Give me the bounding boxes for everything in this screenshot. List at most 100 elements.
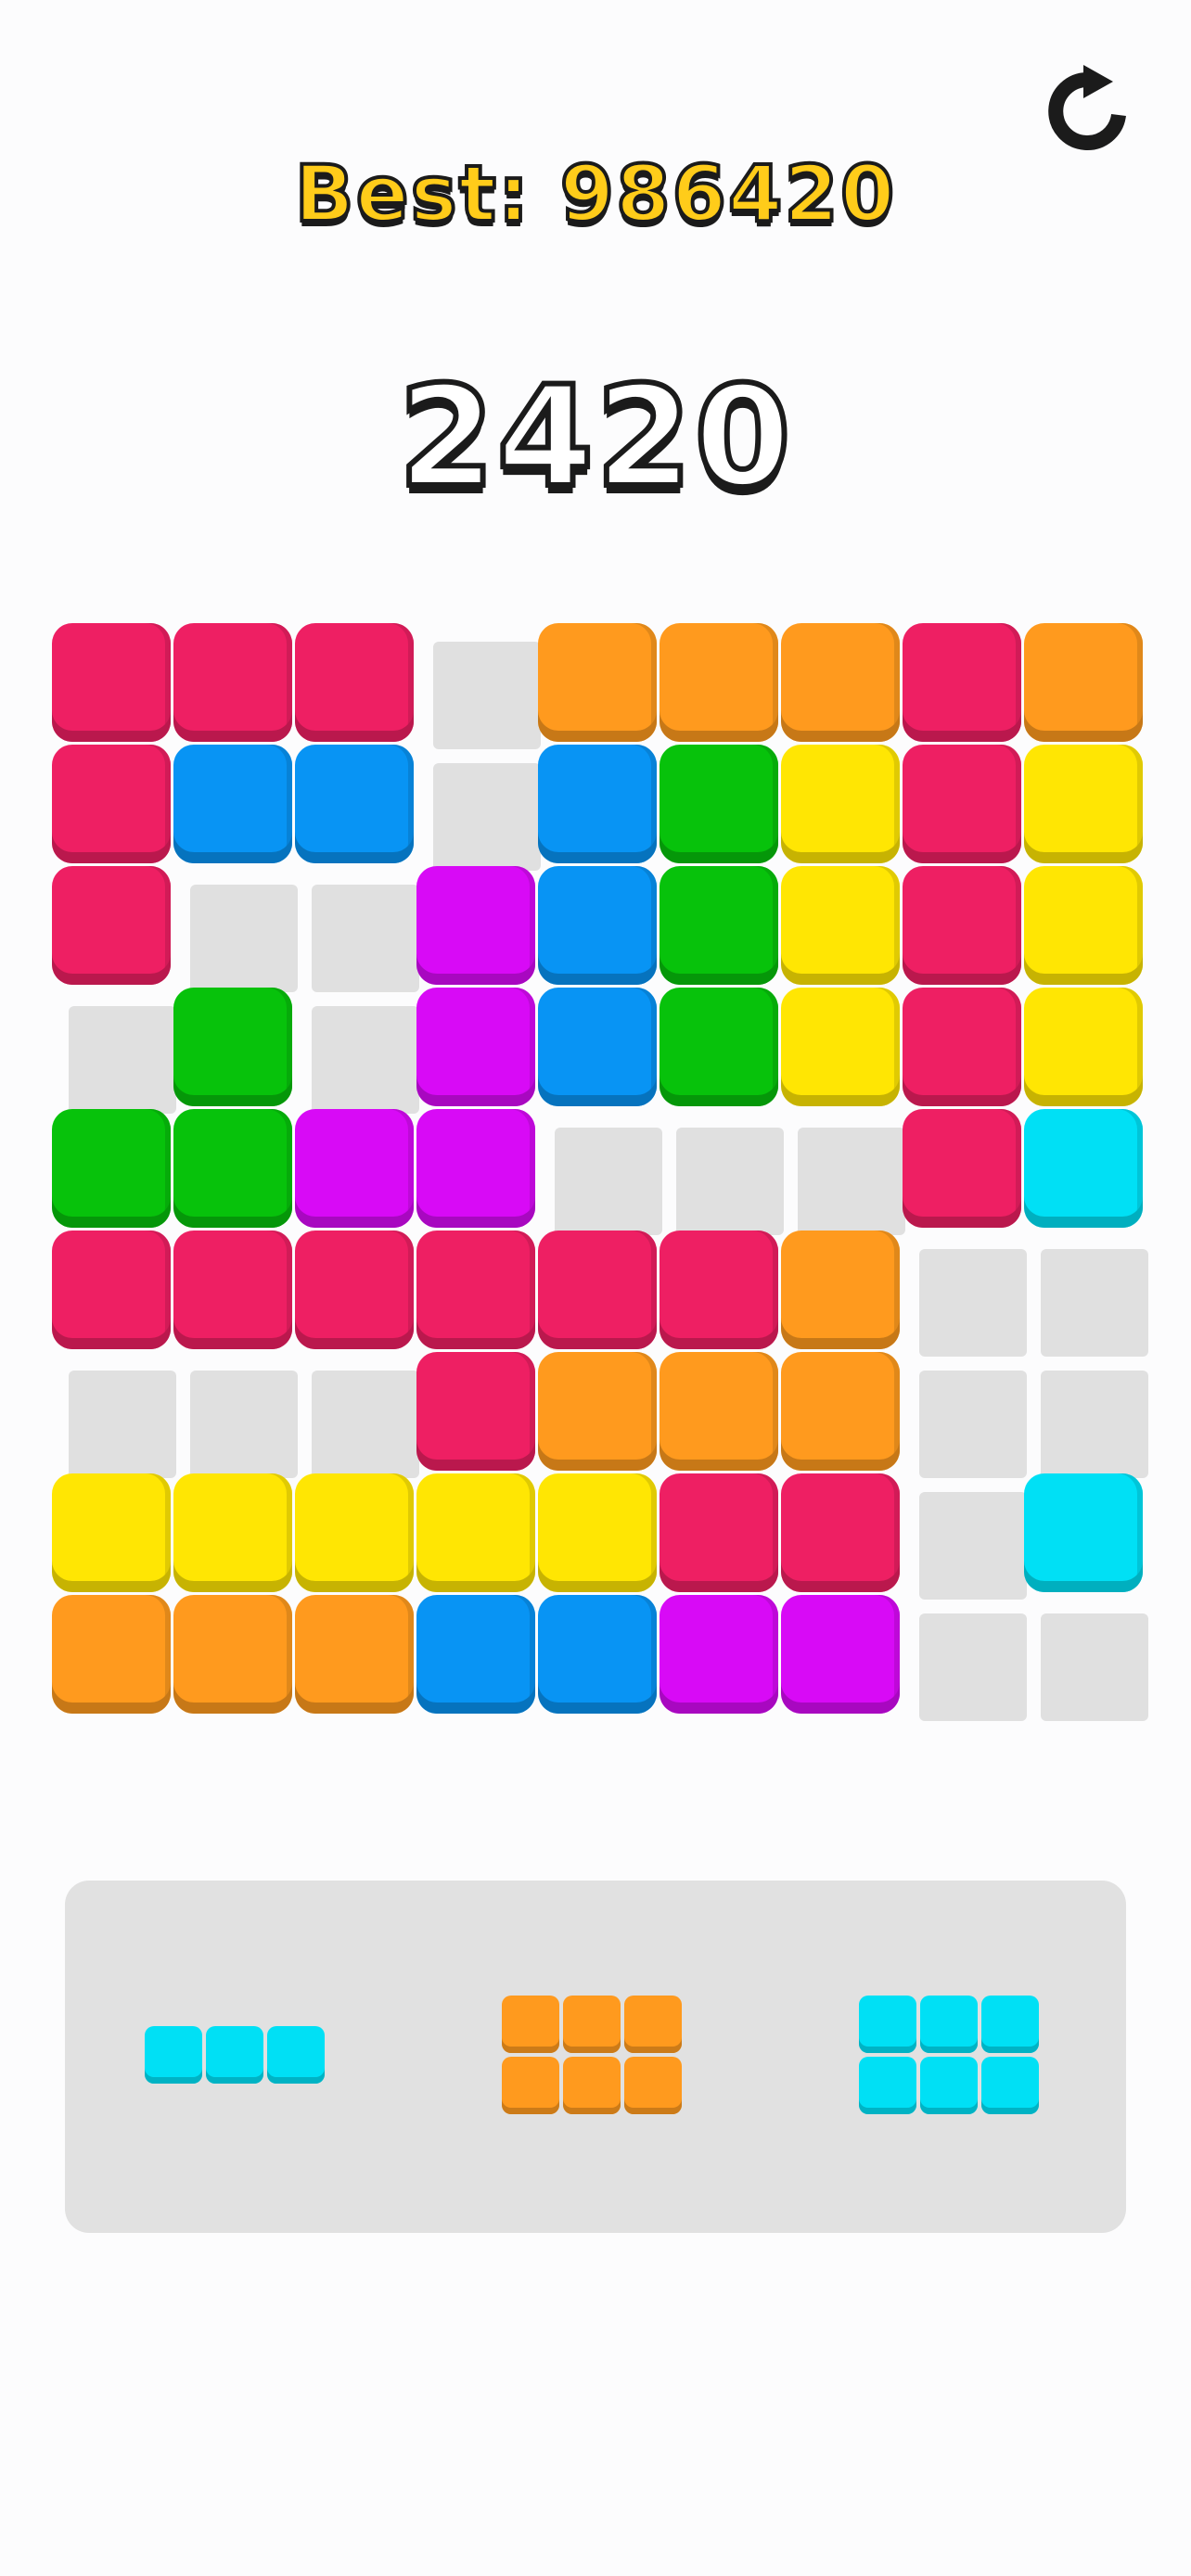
block-cell[interactable] — [781, 745, 900, 863]
block-cell[interactable] — [538, 988, 657, 1106]
block-cell[interactable] — [416, 1231, 535, 1349]
block-cell[interactable] — [416, 1473, 535, 1592]
block-cell[interactable] — [660, 1595, 778, 1714]
empty-cell[interactable] — [1041, 1249, 1148, 1357]
empty-cell[interactable] — [69, 1371, 176, 1478]
block-cell[interactable] — [295, 623, 414, 742]
block-cell[interactable] — [781, 1595, 900, 1714]
block-cell[interactable] — [1024, 745, 1143, 863]
empty-cell[interactable] — [190, 885, 298, 992]
block-cell[interactable] — [1024, 1473, 1143, 1592]
current-score: 2420 — [395, 354, 793, 521]
block-cell[interactable] — [416, 1109, 535, 1228]
block-cell[interactable] — [660, 1231, 778, 1349]
block-cell[interactable] — [781, 1352, 900, 1471]
block-cell[interactable] — [295, 745, 414, 863]
block-cell[interactable] — [903, 745, 1021, 863]
block-cell[interactable] — [1024, 866, 1143, 985]
block-cell[interactable] — [52, 1109, 171, 1228]
piece-block — [920, 2057, 978, 2114]
empty-cell[interactable] — [798, 1128, 905, 1235]
piece-block — [267, 2026, 325, 2084]
piece-block — [859, 2057, 916, 2114]
block-cell[interactable] — [52, 745, 171, 863]
block-cell[interactable] — [173, 1231, 292, 1349]
block-cell[interactable] — [173, 988, 292, 1106]
block-cell[interactable] — [416, 1352, 535, 1471]
block-cell[interactable] — [1024, 623, 1143, 742]
block-cell[interactable] — [1024, 988, 1143, 1106]
piece-block — [145, 2026, 202, 2084]
empty-cell[interactable] — [676, 1128, 784, 1235]
block-cell[interactable] — [538, 1231, 657, 1349]
piece-block — [563, 1996, 621, 2053]
tray-piece[interactable] — [502, 1996, 685, 2118]
block-cell[interactable] — [903, 1109, 1021, 1228]
block-cell[interactable] — [660, 1352, 778, 1471]
empty-cell[interactable] — [1041, 1613, 1148, 1721]
block-cell[interactable] — [416, 1595, 535, 1714]
block-cell[interactable] — [781, 866, 900, 985]
block-cell[interactable] — [173, 623, 292, 742]
block-cell[interactable] — [416, 988, 535, 1106]
piece-block — [920, 1996, 978, 2053]
empty-cell[interactable] — [312, 885, 419, 992]
block-cell[interactable] — [1024, 1109, 1143, 1228]
block-cell[interactable] — [295, 1473, 414, 1592]
piece-block — [624, 2057, 682, 2114]
empty-cell[interactable] — [919, 1492, 1027, 1600]
block-cell[interactable] — [660, 623, 778, 742]
block-cell[interactable] — [781, 1231, 900, 1349]
block-cell[interactable] — [538, 1595, 657, 1714]
empty-cell[interactable] — [190, 1371, 298, 1478]
empty-cell[interactable] — [1041, 1371, 1148, 1478]
block-cell[interactable] — [52, 623, 171, 742]
block-cell[interactable] — [538, 1352, 657, 1471]
piece-block — [981, 2057, 1039, 2114]
block-cell[interactable] — [660, 988, 778, 1106]
block-cell[interactable] — [538, 866, 657, 985]
empty-cell[interactable] — [919, 1371, 1027, 1478]
block-cell[interactable] — [660, 745, 778, 863]
block-cell[interactable] — [781, 623, 900, 742]
tray-piece[interactable] — [859, 1996, 1043, 2118]
block-cell[interactable] — [538, 745, 657, 863]
piece-block — [981, 1996, 1039, 2053]
restart-icon — [1048, 65, 1126, 150]
block-cell[interactable] — [295, 1231, 414, 1349]
block-cell[interactable] — [52, 866, 171, 985]
block-cell[interactable] — [781, 988, 900, 1106]
best-score: Best: 986420 — [293, 147, 897, 241]
block-cell[interactable] — [538, 623, 657, 742]
block-cell[interactable] — [295, 1595, 414, 1714]
piece-tray — [65, 1881, 1126, 2233]
empty-cell[interactable] — [433, 642, 541, 749]
block-cell[interactable] — [660, 866, 778, 985]
empty-cell[interactable] — [312, 1006, 419, 1114]
empty-cell[interactable] — [433, 763, 541, 871]
empty-cell[interactable] — [69, 1006, 176, 1114]
game-board[interactable] — [52, 623, 1148, 1721]
piece-block — [502, 1996, 559, 2053]
block-cell[interactable] — [173, 745, 292, 863]
block-cell[interactable] — [416, 866, 535, 985]
block-cell[interactable] — [173, 1109, 292, 1228]
empty-cell[interactable] — [919, 1613, 1027, 1721]
block-cell[interactable] — [52, 1231, 171, 1349]
block-cell[interactable] — [903, 988, 1021, 1106]
block-cell[interactable] — [173, 1595, 292, 1714]
block-cell[interactable] — [52, 1473, 171, 1592]
empty-cell[interactable] — [312, 1371, 419, 1478]
block-cell[interactable] — [295, 1109, 414, 1228]
tray-piece[interactable] — [145, 2026, 328, 2087]
block-cell[interactable] — [903, 623, 1021, 742]
block-cell[interactable] — [52, 1595, 171, 1714]
empty-cell[interactable] — [919, 1249, 1027, 1357]
block-cell[interactable] — [903, 866, 1021, 985]
empty-cell[interactable] — [555, 1128, 662, 1235]
block-cell[interactable] — [173, 1473, 292, 1592]
block-cell[interactable] — [538, 1473, 657, 1592]
block-cell[interactable] — [660, 1473, 778, 1592]
piece-block — [502, 2057, 559, 2114]
block-cell[interactable] — [781, 1473, 900, 1592]
